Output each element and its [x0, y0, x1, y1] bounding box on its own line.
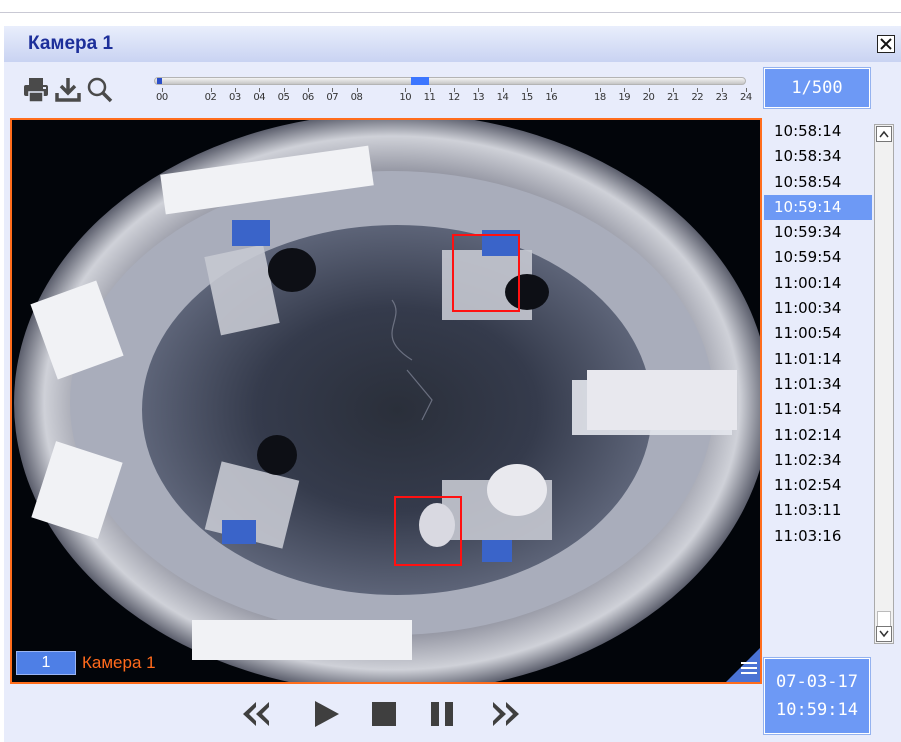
timeline-hour-label: 04 [253, 92, 266, 103]
timeline-hour-label: 08 [350, 92, 363, 103]
timeline-hour-label: 00 [156, 92, 168, 103]
timeline-slider[interactable] [154, 77, 746, 85]
export-button[interactable] [54, 76, 82, 104]
divider [0, 12, 901, 13]
fast-forward-button[interactable] [490, 698, 522, 730]
frame-time-item[interactable]: 10:59:54 [764, 245, 872, 270]
frame-counter: 1/500 [764, 68, 870, 108]
stop-icon [372, 702, 396, 726]
frame-time-item[interactable]: 11:02:14 [764, 423, 872, 448]
timeline-hour-label: 20 [642, 92, 655, 103]
print-icon [24, 78, 48, 103]
timeline-hour-label: 21 [667, 92, 679, 103]
frame-time-item[interactable]: 11:00:14 [764, 271, 872, 296]
camera-window: Камера 1 00 02 03 04 05 06 07 08 10 11 1… [4, 26, 901, 742]
camera-label: 1 Камера 1 [16, 650, 156, 676]
frame-time-item[interactable]: 10:58:54 [764, 170, 872, 195]
playback-controls [4, 686, 764, 742]
camera-name: Камера 1 [82, 653, 156, 672]
timeline-hour-label: 05 [277, 92, 290, 103]
title-bar: Камера 1 [4, 26, 901, 62]
frame-time-item[interactable]: 11:00:54 [764, 321, 872, 346]
timeline-hour-label: 14 [496, 92, 509, 103]
top-strip [0, 0, 901, 26]
scroll-down-button[interactable] [876, 626, 892, 642]
search-icon [87, 77, 113, 103]
frame-time-item[interactable]: 11:01:14 [764, 347, 872, 372]
timeline-start-marker [157, 78, 162, 84]
timeline-hour-label: 24 [740, 92, 752, 103]
play-button[interactable] [310, 698, 342, 730]
video-viewport[interactable]: 1 Камера 1 [10, 118, 762, 684]
chevron-down-icon [879, 630, 889, 638]
play-icon [315, 701, 339, 727]
frame-time-item[interactable]: 10:58:14 [764, 119, 872, 144]
scroll-up-button[interactable] [876, 126, 892, 142]
timeline-hour-label: 03 [229, 92, 241, 103]
frame-time-item[interactable]: 11:03:11 [764, 498, 872, 523]
search-button[interactable] [86, 76, 114, 104]
menu-icon-line [741, 662, 757, 664]
rewind-button[interactable] [240, 698, 272, 730]
date-text: 07-03-17 [776, 672, 858, 692]
menu-icon-line [741, 672, 757, 674]
menu-icon-line [741, 667, 757, 669]
timeline-hour-label: 19 [618, 92, 631, 103]
chevron-up-icon [879, 130, 889, 138]
scroll-thumb[interactable] [877, 611, 891, 627]
timeline-hour-label: 18 [594, 92, 606, 103]
camera-number-badge: 1 [16, 651, 76, 675]
close-icon [880, 38, 892, 50]
time-text: 10:59:14 [776, 700, 858, 720]
frame-time-item-selected[interactable]: 10:59:14 [764, 194, 872, 221]
fisheye-camera-frame [14, 120, 760, 682]
timeline-hour-label: 10 [399, 92, 412, 103]
stop-button[interactable] [368, 698, 400, 730]
rewind-icon [243, 702, 269, 726]
frame-time-item[interactable]: 10:58:34 [764, 144, 872, 169]
frame-time-item[interactable]: 11:01:54 [764, 397, 872, 422]
timeline-hour-label: 12 [448, 92, 460, 103]
timeline-hour-label: 16 [545, 92, 558, 103]
frame-time-item[interactable]: 11:01:34 [764, 372, 872, 397]
frame-time-item[interactable]: 11:00:34 [764, 296, 872, 321]
frame-time-item[interactable]: 11:02:34 [764, 448, 872, 473]
frame-time-item[interactable]: 11:03:16 [764, 524, 872, 549]
close-button[interactable] [877, 35, 895, 53]
timeline-hour-label: 11 [423, 92, 436, 103]
frame-time-item[interactable]: 10:59:34 [764, 220, 872, 245]
toolbar: 00 02 03 04 05 06 07 08 10 11 12 13 14 15 16 18 19 20 21 22… [4, 64, 901, 112]
timeline-hour-label: 23 [715, 92, 728, 103]
fast-forward-icon [493, 702, 519, 726]
print-button[interactable] [22, 76, 50, 104]
timeline-hour-label: 13 [472, 92, 485, 103]
window-title: Камера 1 [28, 33, 114, 54]
timeline-hour-label: 02 [204, 92, 217, 103]
datetime-display: 07-03-17 10:59:14 [764, 658, 870, 734]
timeline-hour-label: 15 [521, 92, 533, 103]
list-scrollbar[interactable] [874, 124, 894, 644]
timeline-position-marker[interactable] [411, 77, 429, 85]
pause-icon [431, 702, 453, 726]
download-icon [55, 78, 81, 102]
menu-button[interactable] [741, 662, 757, 676]
pause-button[interactable] [426, 698, 458, 730]
timeline-hour-label: 22 [691, 92, 704, 103]
detection-box[interactable] [452, 234, 520, 312]
timeline-hour-label: 07 [326, 92, 339, 103]
detection-box[interactable] [394, 496, 462, 566]
timeline-hour-label: 06 [302, 92, 314, 103]
frame-time-item[interactable]: 11:02:54 [764, 473, 872, 498]
